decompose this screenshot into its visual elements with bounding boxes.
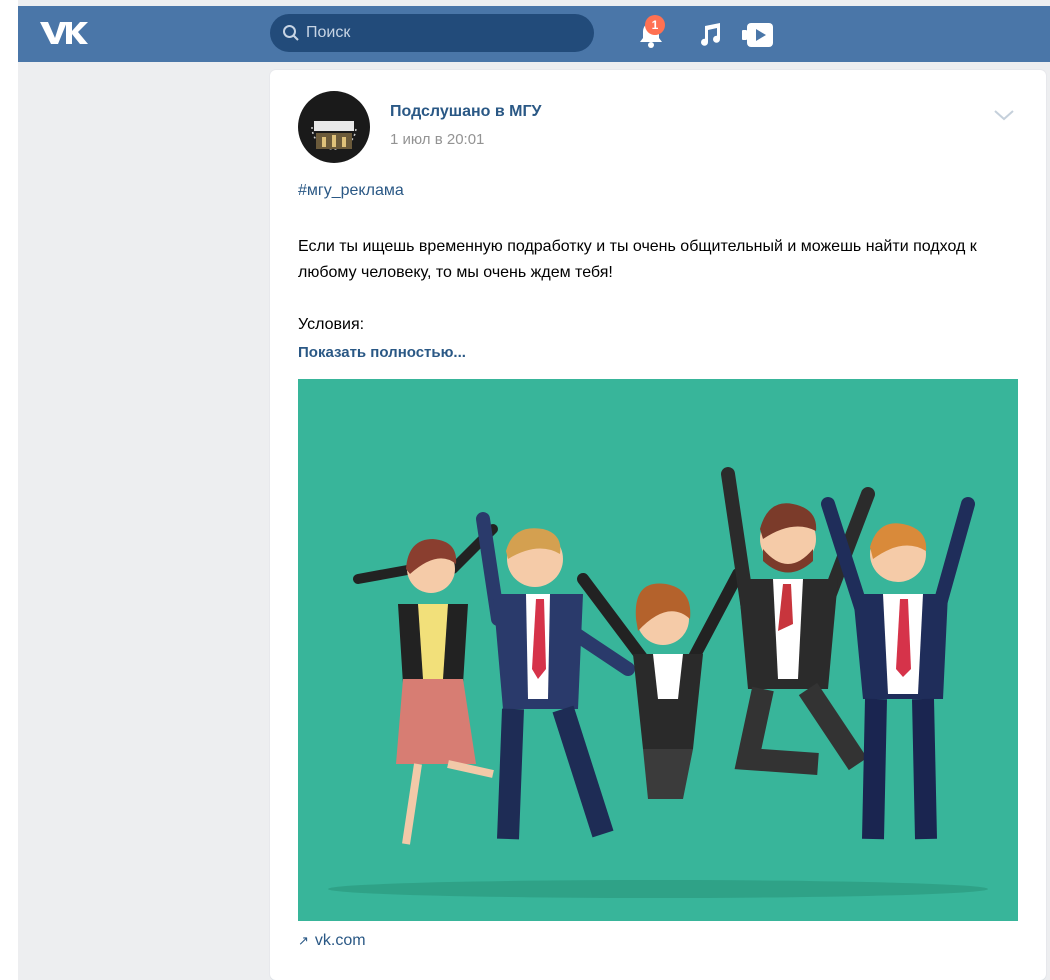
search-placeholder: Поиск [306,24,351,41]
search-icon [283,25,299,41]
external-link-icon: ↗ [298,933,309,948]
post-link[interactable]: ↗ vk.com [298,932,366,950]
music-icon[interactable] [699,22,723,46]
chevron-down-icon[interactable] [992,108,1016,122]
top-bar: Поиск 1 [18,6,1050,62]
search-input[interactable]: Поиск [270,14,594,52]
post-card: Подслушано в МГУ 1 июл в 20:01 #мгу_рекл… [270,70,1046,980]
post-date[interactable]: 1 июл в 20:01 [390,131,484,148]
video-icon[interactable] [742,20,778,50]
link-domain: vk.com [314,932,366,949]
post-image[interactable] [298,379,1018,921]
community-avatar[interactable] [298,91,370,163]
notification-count-badge: 1 [645,15,665,35]
vk-logo[interactable] [38,16,90,50]
post-conditions: Условия: [298,316,365,333]
post-text: Если ты ищешь временную подработку и ты … [298,238,977,281]
post-author[interactable]: Подслушано в МГУ [390,103,542,121]
show-more-link[interactable]: Показать полностью... [298,344,466,361]
post-hashtag[interactable]: #мгу_реклама [298,182,404,200]
